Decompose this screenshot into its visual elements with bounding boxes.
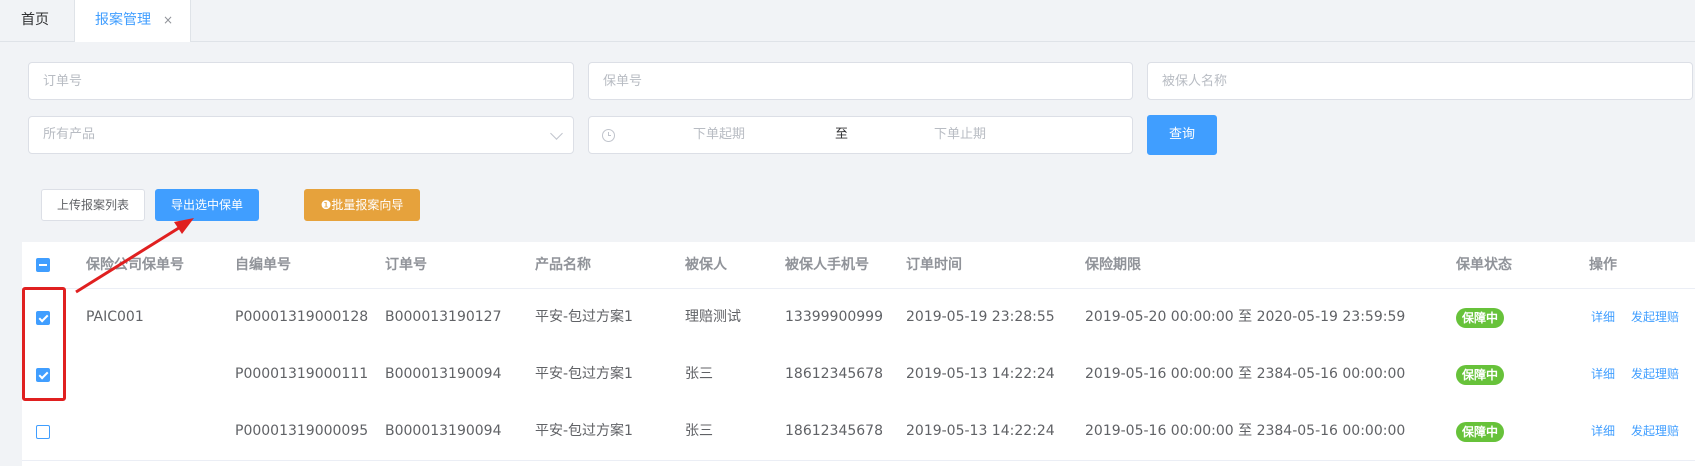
tab-bar: 首页 报案管理 ×	[0, 0, 1695, 42]
cell-insured: 张三	[685, 366, 713, 382]
cell-phone: 18612345678	[785, 366, 883, 382]
header-company-policy: 保险公司保单号	[86, 257, 184, 273]
cell-period: 2019-05-16 00:00:00 至 2384-05-16 00:00:0…	[1085, 366, 1406, 382]
cell-company-policy: PAIC001	[86, 309, 144, 325]
header-self-no: 自编单号	[235, 257, 291, 273]
cell-product: 平安-包过方案1	[535, 366, 633, 382]
start-claim-link[interactable]: 发起理赔	[1631, 346, 1679, 403]
detail-link[interactable]: 详细	[1591, 289, 1615, 346]
detail-link[interactable]: 详细	[1591, 403, 1615, 460]
chevron-down-icon	[550, 127, 563, 140]
tab-home[interactable]: 首页	[0, 0, 75, 41]
export-selected-button[interactable]: 导出选中保单	[155, 189, 259, 221]
order-date-range-picker[interactable]: 下单起期 至 下单止期	[588, 116, 1133, 154]
policy-no-input[interactable]	[589, 63, 1132, 99]
table-row: P00001319000111 B000013190094 平安-包过方案1 张…	[22, 346, 1695, 404]
start-claim-link[interactable]: 发起理赔	[1631, 403, 1679, 460]
cell-product: 平安-包过方案1	[535, 309, 633, 325]
tab-home-label: 首页	[21, 12, 49, 28]
upload-report-list-button[interactable]: 上传报案列表	[41, 189, 145, 221]
clock-icon	[602, 129, 615, 142]
header-insured: 被保人	[685, 257, 727, 273]
header-status: 保单状态	[1456, 257, 1512, 273]
product-select-value: 所有产品	[43, 127, 96, 142]
insured-name-field	[1147, 62, 1693, 100]
table-header: 保险公司保单号 自编单号 订单号 产品名称 被保人 被保人手机号 订单时间 保险…	[22, 242, 1695, 289]
cell-self-no: P00001319000095	[235, 423, 369, 439]
order-no-field	[28, 62, 574, 100]
order-no-input[interactable]	[29, 63, 573, 99]
status-badge: 保障中	[1456, 422, 1505, 442]
close-icon[interactable]: ×	[163, 13, 173, 27]
cell-phone: 18612345678	[785, 423, 883, 439]
insured-name-input[interactable]	[1148, 63, 1692, 99]
cell-insured: 理赔测试	[685, 309, 741, 325]
cell-order-no: B000013190094	[385, 423, 502, 439]
cell-order-time: 2019-05-19 23:28:55	[906, 309, 1055, 325]
policy-table: 保险公司保单号 自编单号 订单号 产品名称 被保人 被保人手机号 订单时间 保险…	[22, 242, 1695, 466]
header-order-time: 订单时间	[906, 257, 962, 273]
annotation-highlight-box	[22, 287, 66, 401]
cell-product: 平安-包过方案1	[535, 423, 633, 439]
batch-report-wizard-button[interactable]: ❶批量报案向导	[304, 189, 420, 221]
header-product: 产品名称	[535, 257, 591, 273]
cell-order-no: B000013190127	[385, 309, 502, 325]
select-all-checkbox[interactable]	[36, 258, 50, 272]
start-claim-link[interactable]: 发起理赔	[1631, 289, 1679, 346]
detail-link[interactable]: 详细	[1591, 346, 1615, 403]
table-row: PAIC001 P00001319000128 B000013190127 平安…	[22, 289, 1695, 347]
cell-order-time: 2019-05-13 14:22:24	[906, 366, 1055, 382]
date-end-input[interactable]: 下单止期	[934, 117, 986, 153]
policy-no-field	[588, 62, 1133, 100]
cell-order-no: B000013190094	[385, 366, 502, 382]
header-actions: 操作	[1589, 257, 1617, 273]
cell-self-no: P00001319000111	[235, 366, 369, 382]
query-button[interactable]: 查询	[1147, 115, 1217, 155]
row-checkbox[interactable]	[36, 425, 50, 439]
cell-self-no: P00001319000128	[235, 309, 369, 325]
cell-period: 2019-05-20 00:00:00 至 2020-05-19 23:59:5…	[1085, 309, 1406, 325]
cell-order-time: 2019-05-13 14:22:24	[906, 423, 1055, 439]
cell-period: 2019-05-16 00:00:00 至 2384-05-16 00:00:0…	[1085, 423, 1406, 439]
status-badge: 保障中	[1456, 365, 1505, 385]
tab-report-management[interactable]: 报案管理 ×	[75, 0, 191, 42]
header-order-no: 订单号	[385, 257, 427, 273]
cell-insured: 张三	[685, 423, 713, 439]
table-row: P00001319000095 B000013190094 平安-包过方案1 张…	[22, 403, 1695, 461]
tab-report-management-label: 报案管理	[95, 12, 151, 28]
header-phone: 被保人手机号	[785, 257, 869, 273]
header-period: 保险期限	[1085, 257, 1141, 273]
cell-phone: 13399900999	[785, 309, 883, 325]
product-select[interactable]: 所有产品	[28, 116, 574, 154]
date-start-input[interactable]: 下单起期	[693, 117, 745, 153]
date-range-separator: 至	[835, 127, 849, 142]
status-badge: 保障中	[1456, 308, 1505, 328]
